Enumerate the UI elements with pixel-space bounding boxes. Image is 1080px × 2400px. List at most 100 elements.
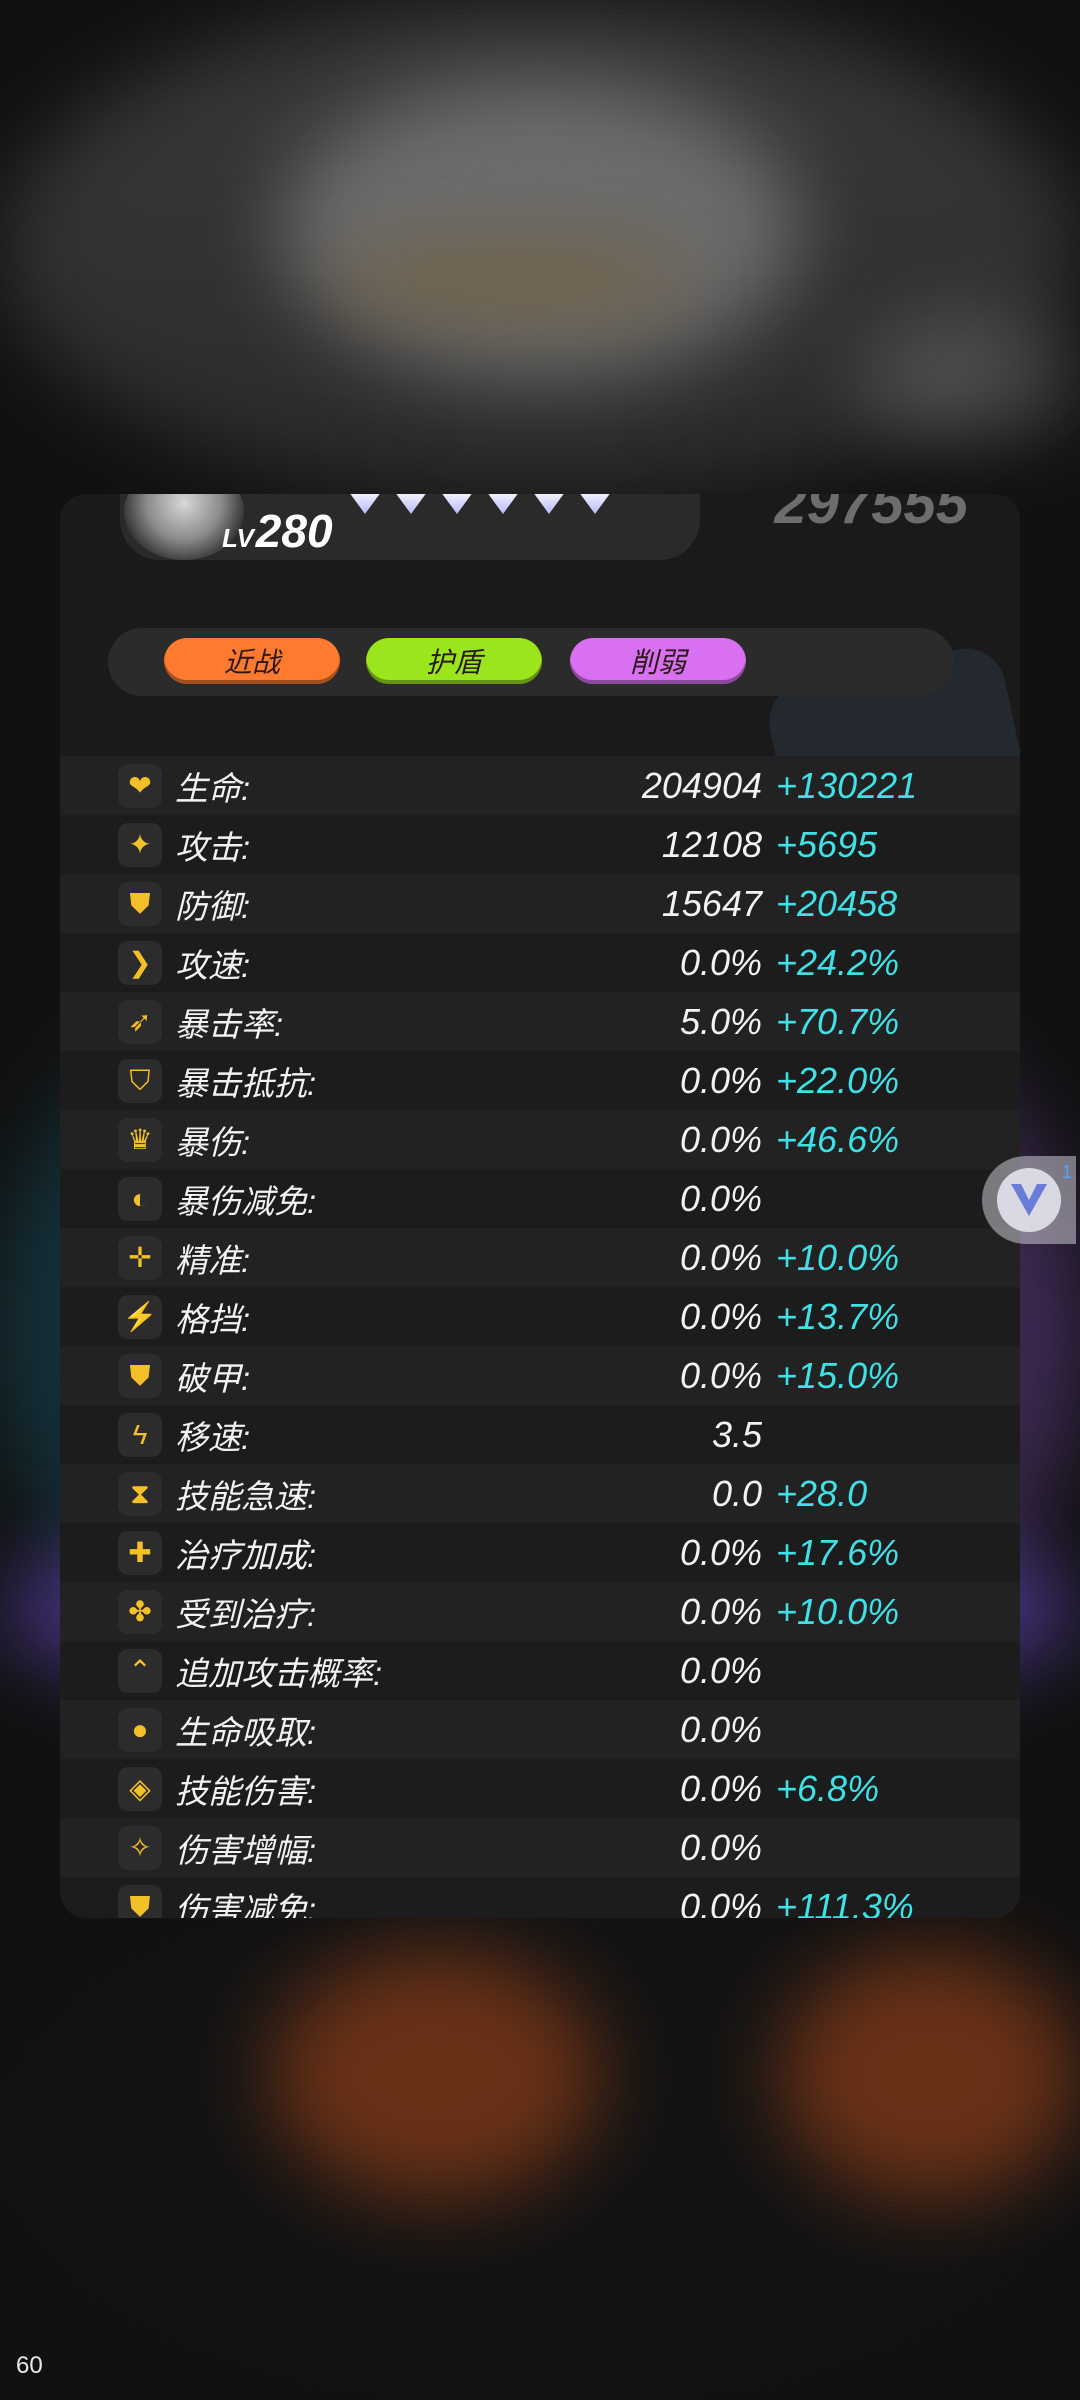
level-prefix: LV xyxy=(222,523,254,553)
stat-label: 技能伤害: xyxy=(175,1772,317,1810)
star-icon xyxy=(576,494,614,514)
stat-bonus: +70.7% xyxy=(776,1000,900,1042)
stat-bonus: +15.0% xyxy=(776,1354,900,1396)
stat-label: 伤害增幅: xyxy=(175,1831,317,1869)
stat-row: ϟ 移速: 3.5 xyxy=(60,1405,1020,1464)
stat-row: ⛉ 暴击抵抗: 0.0% +22.0% xyxy=(60,1051,1020,1110)
stat-row: ✦ 攻击: 12108 +5695 xyxy=(60,815,1020,874)
stats-list[interactable]: ❤ 生命: 204904 +130221 ✦ 攻击: 12108 +5695 ⛊ 防御: 15647… xyxy=(60,756,1020,1918)
stat-label: 技能急速: xyxy=(175,1477,317,1515)
stat-value: 0.0% xyxy=(679,1118,762,1160)
stat-label: 精准: xyxy=(175,1241,251,1279)
stat-value: 12108 xyxy=(661,823,762,865)
stat-bonus: +22.0% xyxy=(776,1059,900,1101)
stat-bonus: +17.6% xyxy=(776,1531,900,1573)
broken-shield-icon: ⛊ xyxy=(118,1353,162,1398)
stat-row: ⛊ 伤害减免: 0.0% +111.3% xyxy=(60,1877,1020,1918)
stat-value: 0.0% xyxy=(679,1059,762,1101)
stat-bonus: +6.8% xyxy=(776,1767,880,1809)
floating-assistant-button[interactable]: 1 xyxy=(982,1156,1076,1244)
stat-row: ✚ 治疗加成: 0.0% +17.6% xyxy=(60,1523,1020,1582)
stat-value: 0.0% xyxy=(679,1826,762,1868)
hero-level: LV 280 xyxy=(222,504,333,558)
stat-label: 治疗加成: xyxy=(175,1536,317,1574)
stat-value: 0.0% xyxy=(679,1767,762,1809)
stat-value: 0.0 xyxy=(711,1472,762,1514)
stat-value: 3.5 xyxy=(711,1413,762,1455)
stat-label: 防御: xyxy=(175,887,251,925)
stat-label: 攻击: xyxy=(175,828,251,866)
stat-value: 0.0% xyxy=(679,1177,762,1219)
stat-label: 暴伤: xyxy=(175,1123,251,1161)
stat-value: 0.0% xyxy=(679,1649,762,1691)
club-plus-icon: ✤ xyxy=(118,1589,162,1634)
stat-row: ⌃ 追加攻击概率: 0.0% xyxy=(60,1641,1020,1700)
combat-power: 297555 xyxy=(774,494,968,536)
droplet-icon: ● xyxy=(118,1707,162,1752)
stat-row: ⧗ 技能急速: 0.0 +28.0 xyxy=(60,1464,1020,1523)
trait-tags-bar: 近战 护盾 削弱 xyxy=(108,628,954,696)
stat-value: 204904 xyxy=(641,764,762,806)
stat-value: 15647 xyxy=(661,882,762,924)
stat-bonus: +130221 xyxy=(776,764,918,806)
star-icon xyxy=(530,494,568,514)
stat-bonus: +46.6% xyxy=(776,1118,900,1160)
stat-bonus: +20458 xyxy=(776,882,898,924)
stat-row: ✛ 精准: 0.0% +10.0% xyxy=(60,1228,1020,1287)
star-icon xyxy=(392,494,430,514)
stat-label: 生命: xyxy=(175,769,251,807)
skill-target-icon: ◈ xyxy=(118,1766,162,1811)
stat-row: ❤ 生命: 204904 +130221 xyxy=(60,756,1020,815)
heart-icon: ❤ xyxy=(118,763,162,808)
stat-label: 伤害减免: xyxy=(175,1890,317,1919)
stat-label: 暴伤减免: xyxy=(175,1182,317,1220)
stat-label: 受到治疗: xyxy=(175,1595,317,1633)
v-logo-icon xyxy=(997,1168,1061,1232)
sparkle-icon: ✦ xyxy=(118,822,162,867)
star-icon xyxy=(438,494,476,514)
fps-counter: 60 xyxy=(16,2352,43,2379)
stat-label: 移速: xyxy=(175,1418,251,1456)
stat-bonus: +13.7% xyxy=(776,1295,900,1337)
stat-row: ⛊ 破甲: 0.0% +15.0% xyxy=(60,1346,1020,1405)
shield-outline-icon: ⛉ xyxy=(118,1058,162,1103)
stat-value: 0.0% xyxy=(679,1708,762,1750)
stat-value: 5.0% xyxy=(679,1000,762,1042)
star-rank xyxy=(346,494,614,514)
tag-melee[interactable]: 近战 xyxy=(164,638,340,684)
crown-icon: ♛ xyxy=(118,1117,162,1162)
stat-value: 0.0% xyxy=(679,1885,762,1919)
tag-weaken[interactable]: 削弱 xyxy=(570,638,746,684)
stat-label: 暴击率: xyxy=(175,1005,284,1043)
stat-bonus: +111.3% xyxy=(776,1885,914,1919)
float-badge: 1 xyxy=(1061,1162,1072,1182)
hourglass-icon: ⧗ xyxy=(118,1471,162,1516)
star-burst-icon: ✧ xyxy=(118,1825,162,1870)
stat-value: 0.0% xyxy=(679,1354,762,1396)
stat-row: ➶ 暴击率: 5.0% +70.7% xyxy=(60,992,1020,1051)
plus-icon: ✚ xyxy=(118,1530,162,1575)
shield-icon: ⛊ xyxy=(118,1884,162,1918)
hero-stats-panel: LV 280 297555 近战 护盾 削弱 ❤ 生命: 204904 +130221… xyxy=(60,494,1020,1918)
stat-label: 破甲: xyxy=(175,1359,251,1397)
stat-bonus: +10.0% xyxy=(776,1590,900,1632)
stat-row: ♛ 暴伤: 0.0% +46.6% xyxy=(60,1110,1020,1169)
stat-bonus: +24.2% xyxy=(776,941,900,983)
level-value: 280 xyxy=(255,505,333,557)
stat-bonus: +10.0% xyxy=(776,1236,900,1278)
stat-value: 0.0% xyxy=(679,1590,762,1632)
chevron-right-icon: ❯ xyxy=(118,940,162,985)
stat-row: ✧ 伤害增幅: 0.0% xyxy=(60,1818,1020,1877)
tag-shield[interactable]: 护盾 xyxy=(366,638,542,684)
stat-bonus: +5695 xyxy=(776,823,878,865)
double-chevron-up-icon: ⌃ xyxy=(118,1648,162,1693)
stat-value: 0.0% xyxy=(679,941,762,983)
stat-row: ◐ 暴伤减免: 0.0% xyxy=(60,1169,1020,1228)
shield-icon: ⛊ xyxy=(118,881,162,926)
stat-row: ⛊ 防御: 15647 +20458 xyxy=(60,874,1020,933)
shield-bolt-icon: ⚡ xyxy=(118,1294,162,1339)
stat-value: 0.0% xyxy=(679,1531,762,1573)
stat-row: ● 生命吸取: 0.0% xyxy=(60,1700,1020,1759)
crosshair-icon: ✛ xyxy=(118,1235,162,1280)
stat-value: 0.0% xyxy=(679,1295,762,1337)
